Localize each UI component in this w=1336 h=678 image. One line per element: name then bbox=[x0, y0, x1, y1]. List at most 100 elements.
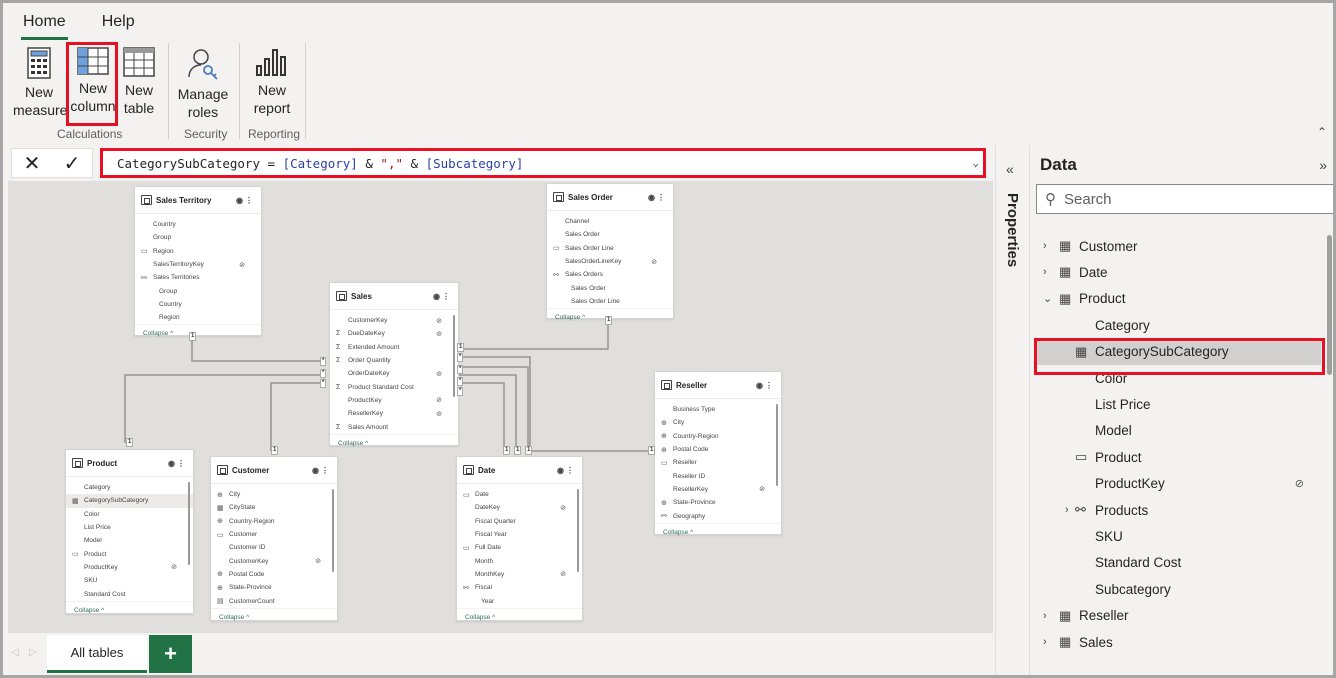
chevron-right-icon[interactable]: › bbox=[1043, 266, 1047, 278]
table-item[interactable]: › ▦ Customer bbox=[1031, 233, 1326, 259]
field-item[interactable]: ▭ Product bbox=[1031, 444, 1326, 470]
more-options-icon[interactable]: ⋮ bbox=[566, 466, 576, 475]
table-scrollbar[interactable] bbox=[188, 482, 190, 565]
field-row[interactable]: ⚯ Fiscal bbox=[457, 581, 582, 594]
visibility-eye-icon[interactable]: ◉ bbox=[236, 196, 245, 205]
field-row[interactable]: Σ DueDateKey ⊘ bbox=[330, 327, 458, 340]
field-row[interactable]: Sales Order Line bbox=[547, 295, 673, 308]
search-input[interactable]: ⚲ Search bbox=[1036, 184, 1333, 214]
table-scrollbar[interactable] bbox=[453, 315, 455, 397]
collapse-ribbon-icon[interactable]: ⌃ bbox=[1317, 125, 1327, 139]
table-actions[interactable]: ◉⋮ bbox=[557, 466, 576, 475]
field-row[interactable]: Group bbox=[135, 284, 261, 297]
table-scrollbar[interactable] bbox=[332, 489, 334, 572]
collapse-data-pane-icon[interactable]: » bbox=[1319, 157, 1327, 173]
field-row[interactable]: ⊕ Country-Region bbox=[655, 430, 781, 443]
visibility-eye-icon[interactable]: ◉ bbox=[756, 381, 765, 390]
tab-help[interactable]: Help bbox=[100, 11, 137, 40]
table-card-date[interactable]: Date ◉⋮ ▭ Date DateKey ⊘ Fiscal Quarter Fiscal … bbox=[456, 456, 583, 621]
formula-input[interactable]: CategorySubCategory = [Category] & "," &… bbox=[100, 148, 986, 178]
field-row[interactable]: Category bbox=[66, 481, 193, 494]
more-options-icon[interactable]: ⋮ bbox=[765, 381, 775, 390]
field-row[interactable]: Month bbox=[457, 554, 582, 567]
collapse-link[interactable]: Collapse ^ bbox=[330, 433, 458, 452]
field-row[interactable]: Σ Product Standard Cost bbox=[330, 380, 458, 393]
field-row[interactable]: Standard Cost bbox=[66, 587, 193, 600]
field-row[interactable]: ▭ Product bbox=[66, 547, 193, 560]
field-row[interactable]: ⚯ Sales Orders bbox=[547, 268, 673, 281]
visibility-eye-icon[interactable]: ◉ bbox=[648, 193, 657, 202]
table-header[interactable]: Product ◉⋮ bbox=[66, 450, 193, 477]
table-header[interactable]: Customer ◉⋮ bbox=[211, 457, 337, 484]
field-row[interactable]: Year bbox=[457, 594, 582, 607]
field-row[interactable]: ⊕ Postal Code bbox=[655, 443, 781, 456]
table-card-sales[interactable]: Sales ◉⋮ CustomerKey ⊘ Σ DueDateKey ⊘ Σ Extended… bbox=[329, 282, 459, 447]
field-row[interactable]: Region bbox=[135, 311, 261, 324]
field-row[interactable]: ▤ CustomerCount bbox=[211, 594, 337, 607]
field-row[interactable]: ▦ CityState bbox=[211, 501, 337, 514]
expand-properties-icon[interactable]: « bbox=[1006, 161, 1014, 177]
field-row[interactable]: Color bbox=[66, 508, 193, 521]
field-row[interactable]: SalesOrderLineKey ⊘ bbox=[547, 255, 673, 268]
table-scrollbar[interactable] bbox=[776, 404, 778, 486]
more-options-icon[interactable]: ⋮ bbox=[177, 459, 187, 468]
field-row[interactable]: Country bbox=[135, 218, 261, 231]
chevron-down-icon[interactable]: ⌄ bbox=[1043, 292, 1052, 305]
field-row[interactable]: ▭ Full Date bbox=[457, 541, 582, 554]
field-row[interactable]: ▭ Sales Order Line bbox=[547, 242, 673, 255]
field-row[interactable]: MonthKey ⊘ bbox=[457, 568, 582, 581]
field-row[interactable]: ⊕ State-Province bbox=[211, 581, 337, 594]
new-report-button[interactable]: New report bbox=[247, 47, 297, 117]
field-row[interactable]: Channel bbox=[547, 215, 673, 228]
table-actions[interactable]: ◉⋮ bbox=[756, 381, 775, 390]
field-row[interactable]: ResellerKey ⊘ bbox=[655, 483, 781, 496]
chevron-right-icon[interactable]: › bbox=[1043, 610, 1047, 622]
table-scrollbar[interactable] bbox=[577, 489, 579, 572]
field-row[interactable]: ProductKey ⊘ bbox=[66, 561, 193, 574]
properties-pane-collapsed[interactable]: « Properties bbox=[995, 145, 1030, 675]
table-actions[interactable]: ◉⋮ bbox=[312, 466, 331, 475]
field-row[interactable]: Fiscal Year bbox=[457, 528, 582, 541]
tab-all-tables[interactable]: All tables bbox=[47, 635, 147, 673]
data-pane-scrollbar[interactable] bbox=[1327, 235, 1332, 375]
table-item[interactable]: › ▦ Reseller bbox=[1031, 603, 1326, 629]
field-row[interactable]: ▭ Region bbox=[135, 245, 261, 258]
field-row[interactable]: ⊕ Postal Code bbox=[211, 568, 337, 581]
field-item[interactable]: List Price bbox=[1031, 391, 1326, 417]
table-card-sales-territory[interactable]: Sales Territory ◉⋮ Country Group ▭ Region Sale… bbox=[134, 186, 262, 337]
model-diagram-canvas[interactable]: Sales Territory ◉⋮ Country Group ▭ Region Sale… bbox=[8, 181, 993, 633]
manage-roles-button[interactable]: Manage roles bbox=[175, 47, 231, 121]
field-row[interactable]: Business Type bbox=[655, 403, 781, 416]
next-page-icon[interactable]: ▷ bbox=[29, 647, 37, 658]
field-row[interactable]: ⚯ Geography bbox=[655, 509, 781, 522]
visibility-eye-icon[interactable]: ◉ bbox=[557, 466, 566, 475]
field-item[interactable]: Model bbox=[1031, 418, 1326, 444]
table-header[interactable]: Sales Order ◉⋮ bbox=[547, 184, 673, 211]
collapse-link[interactable]: Collapse ^ bbox=[655, 522, 781, 541]
field-row[interactable]: Σ Sales Amount bbox=[330, 420, 458, 433]
field-row[interactable]: Country bbox=[135, 298, 261, 311]
field-item[interactable]: SKU bbox=[1031, 523, 1326, 549]
table-actions[interactable]: ◉⋮ bbox=[168, 459, 187, 468]
chevron-right-icon[interactable]: › bbox=[1043, 636, 1047, 648]
field-row[interactable]: Reseller ID bbox=[655, 469, 781, 482]
expand-formula-chevron-icon[interactable]: ⌄ bbox=[972, 156, 979, 169]
table-item[interactable]: ⌄ ▦ Product bbox=[1031, 286, 1326, 312]
table-header[interactable]: Sales ◉⋮ bbox=[330, 283, 458, 310]
commit-check-icon[interactable]: ✓ bbox=[64, 151, 81, 176]
field-row[interactable]: Customer ID bbox=[211, 541, 337, 554]
prev-page-icon[interactable]: ◁ bbox=[11, 647, 19, 658]
field-row[interactable]: Fiscal Quarter bbox=[457, 515, 582, 528]
table-card-sales-order[interactable]: Sales Order ◉⋮ Channel Sales Order ▭ Sales Or… bbox=[546, 183, 674, 321]
new-table-button[interactable]: New table bbox=[119, 47, 159, 117]
field-row[interactable]: ▭ Date bbox=[457, 488, 582, 501]
table-header[interactable]: Sales Territory ◉⋮ bbox=[135, 187, 261, 214]
field-row[interactable]: Sales Order bbox=[547, 281, 673, 294]
chevron-right-icon[interactable]: › bbox=[1065, 504, 1069, 516]
field-row[interactable]: ⊕ City bbox=[655, 416, 781, 429]
field-row[interactable]: SalesTerritoryKey ⊘ bbox=[135, 258, 261, 271]
field-row[interactable]: ⚯ Sales Territories bbox=[135, 271, 261, 284]
collapse-link[interactable]: Collapse ^ bbox=[135, 324, 261, 342]
field-row[interactable]: Σ Order Quantity bbox=[330, 354, 458, 367]
more-options-icon[interactable]: ⋮ bbox=[321, 466, 331, 475]
